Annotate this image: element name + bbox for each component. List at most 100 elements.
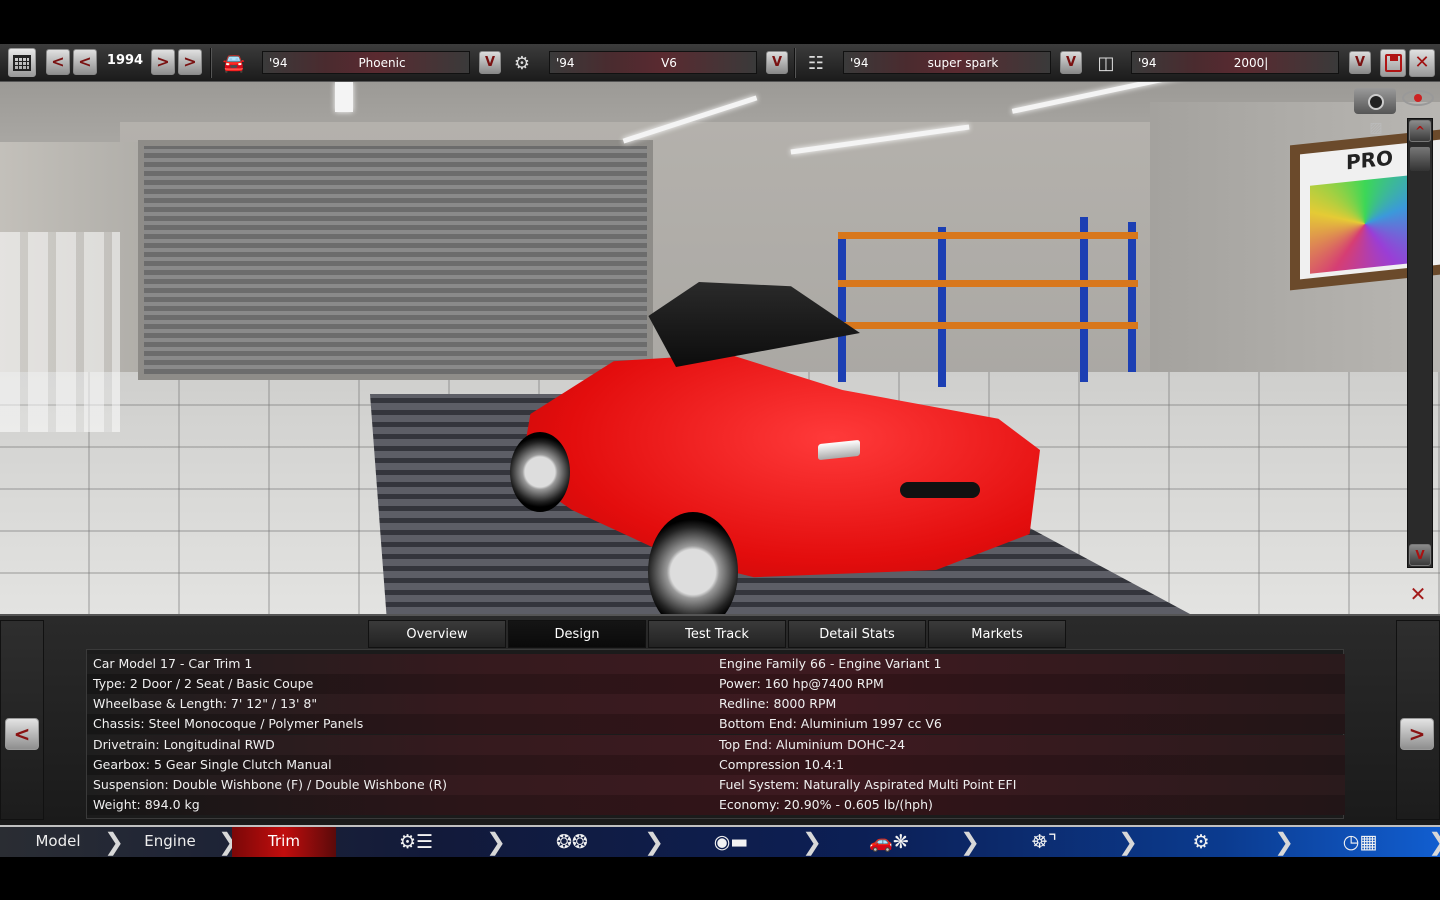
tab-markets[interactable]: Markets: [928, 620, 1066, 648]
divider: [210, 48, 212, 78]
body-icon[interactable]: ◉▬: [696, 830, 766, 854]
shelf-board: [838, 232, 1138, 239]
stat-right: Engine Family 66 - Engine Variant 1: [719, 656, 942, 671]
stats-row: Chassis: Steel Monocoque / Polymer Panel…: [87, 714, 1345, 734]
shelf-post: [1080, 217, 1088, 382]
engine-variant-name: super spark: [927, 56, 999, 70]
scroll-up-button[interactable]: ^: [1409, 120, 1431, 142]
aero-cooling-icon[interactable]: 🚗❋: [834, 830, 944, 854]
nav-trim[interactable]: Trim: [232, 827, 336, 857]
suspension-icon[interactable]: ⚙: [1186, 830, 1216, 854]
nav-model[interactable]: Model: [18, 827, 98, 857]
year-back-fast-button[interactable]: <: [46, 49, 70, 75]
calendar-icon[interactable]: [8, 48, 36, 77]
tab-test-track[interactable]: Test Track: [648, 620, 786, 648]
info-panel: Overview Design Test Track Detail Stats …: [0, 614, 1440, 825]
engine-family-dropdown[interactable]: V: [766, 51, 788, 74]
top-toolbar: < < 1994 > > 🚘 '94 Phoenic V ⚙ '94 V6 V …: [0, 44, 1440, 82]
chevron-right-icon: ❯: [802, 828, 823, 856]
stat-left: Drivetrain: Longitudinal RWD: [93, 737, 275, 752]
engine-family-icon: ⚙: [513, 53, 531, 74]
stats-row: Car Model 17 - Car Trim 1 Engine Family …: [87, 654, 1345, 674]
chevron-right-icon: ❯: [960, 828, 981, 856]
scroll-down-button[interactable]: V: [1409, 544, 1431, 566]
tab-detail-stats[interactable]: Detail Stats: [788, 620, 926, 648]
ceiling-light: [335, 82, 353, 112]
chevron-right-icon: ❯: [1274, 828, 1295, 856]
window-light: [0, 232, 120, 432]
engine-family-year: '94: [556, 56, 575, 70]
engine-variant-dropdown[interactable]: V: [1060, 51, 1082, 74]
car-windshield: [648, 282, 860, 367]
stat-right: Compression 10.4:1: [719, 757, 845, 772]
year-forward-fast-button[interactable]: >: [178, 49, 202, 75]
engine-family-name: V6: [661, 56, 677, 70]
stats-table: Car Model 17 - Car Trim 1 Engine Family …: [86, 649, 1345, 819]
stat-left: Chassis: Steel Monocoque / Polymer Panel…: [93, 716, 364, 731]
stat-left: Suspension: Double Wishbone (F) / Double…: [93, 777, 448, 792]
stat-left: Type: 2 Door / 2 Seat / Basic Coupe: [93, 676, 314, 691]
stats-row: Weight: 894.0 kg Economy: 20.90% - 0.605…: [87, 795, 1345, 815]
app-window: < < 1994 > > 🚘 '94 Phoenic V ⚙ '94 V6 V …: [0, 0, 1440, 900]
engine-variant-year: '94: [850, 56, 869, 70]
stat-left: Gearbox: 5 Gear Single Clutch Manual: [93, 757, 332, 772]
scroll-thumb[interactable]: [1410, 147, 1430, 171]
reset-view-icon[interactable]: ✕: [1404, 582, 1432, 606]
car-wheel-rear: [510, 432, 570, 512]
stats-row: Type: 2 Door / 2 Seat / Basic Coupe Powe…: [87, 674, 1345, 694]
chevron-right-icon: ❯: [1428, 828, 1440, 856]
stats-row: Suspension: Double Wishbone (F) / Double…: [87, 775, 1345, 795]
stats-row: Wheelbase & Length: 7' 12" / 13' 8" Redl…: [87, 694, 1345, 714]
nav-engine[interactable]: Engine: [128, 827, 212, 857]
stat-right: Economy: 20.90% - 0.605 lb/(hph): [719, 797, 933, 812]
car-model-field[interactable]: '94 Phoenic: [262, 51, 470, 74]
eye-icon[interactable]: [1402, 90, 1434, 106]
year-back-button[interactable]: <: [73, 49, 97, 75]
year-forward-button[interactable]: >: [151, 49, 175, 75]
car-model-dropdown[interactable]: V: [479, 51, 501, 74]
engine-variant-field[interactable]: '94 super spark: [843, 51, 1051, 74]
panel-prev-button[interactable]: <: [5, 718, 39, 750]
paint-swatches: [1310, 174, 1420, 274]
tab-design[interactable]: Design: [508, 620, 646, 648]
zoom-scrollbar[interactable]: ^ V: [1407, 118, 1433, 568]
year-display: 1994: [106, 53, 144, 68]
bottom-navigation: Model ❯ Engine ❯ Trim ⚙☰ ❯ ❂❂ ❯ ◉▬ ❯ 🚗❋ …: [0, 825, 1440, 857]
trim-dropdown[interactable]: V: [1349, 51, 1371, 74]
stat-right: Redline: 8000 RPM: [719, 696, 837, 711]
shelf-post: [1128, 222, 1136, 372]
stats-row: Drivetrain: Longitudinal RWD Top End: Al…: [87, 735, 1345, 755]
car-body: [520, 354, 1040, 578]
save-icon: [1385, 54, 1402, 72]
panel-next-button[interactable]: >: [1400, 718, 1434, 750]
stat-right: Power: 160 hp@7400 RPM: [719, 676, 884, 691]
trim-name: 2000|: [1233, 56, 1269, 70]
trim-name-input[interactable]: '94 2000|: [1131, 51, 1339, 74]
car-model-icon: 🚘: [222, 53, 246, 74]
close-button[interactable]: ✕: [1409, 49, 1435, 77]
stats-row: Gearbox: 5 Gear Single Clutch Manual Com…: [87, 755, 1345, 775]
car-view-icon[interactable]: ▨: [1362, 120, 1390, 136]
save-button[interactable]: [1380, 49, 1406, 77]
stat-left: Car Model 17 - Car Trim 1: [93, 656, 253, 671]
engine-family-field[interactable]: '94 V6: [549, 51, 757, 74]
interior-icon[interactable]: ☸⌝: [1014, 830, 1074, 854]
tab-overview[interactable]: Overview: [368, 620, 506, 648]
test-icon[interactable]: ◷▦: [1330, 830, 1390, 854]
stat-right: Top End: Aluminium DOHC-24: [719, 737, 906, 752]
stat-left: Weight: 894.0 kg: [93, 797, 200, 812]
car-model-3d[interactable]: [500, 272, 1060, 614]
paint-board-title: PRO: [1346, 145, 1394, 175]
stat-left: Wheelbase & Length: 7' 12" / 13' 8": [93, 696, 318, 711]
chevron-right-icon: ❯: [486, 828, 507, 856]
chevron-right-icon: ❯: [104, 828, 125, 856]
wheels-icon[interactable]: ❂❂: [546, 830, 598, 854]
stat-right: Fuel System: Naturally Aspirated Multi P…: [719, 777, 1017, 792]
car-grille: [900, 482, 980, 498]
info-tabs: Overview Design Test Track Detail Stats …: [368, 620, 1072, 648]
garage-viewport[interactable]: PRO ▨ ^ V ✕: [0, 82, 1440, 614]
chevron-right-icon: ❯: [1118, 828, 1139, 856]
gearbox-icon[interactable]: ⚙☰: [388, 830, 444, 854]
camera-icon[interactable]: [1354, 88, 1396, 114]
car-model-year: '94: [269, 56, 288, 70]
